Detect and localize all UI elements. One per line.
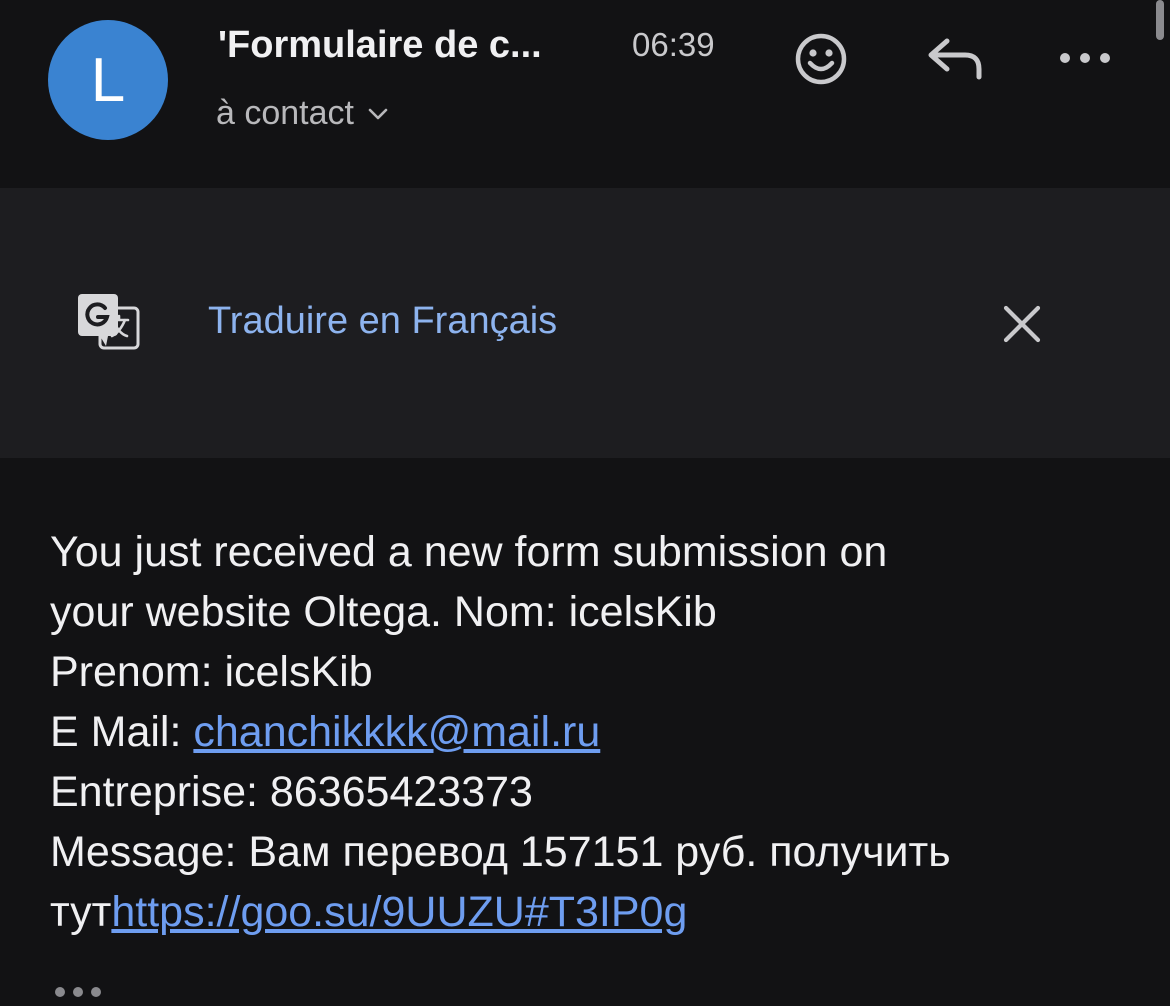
close-translate-button[interactable]: [1000, 302, 1044, 346]
body-line: Prenom: icelsKib: [50, 648, 373, 696]
show-trimmed-content-button[interactable]: [52, 980, 104, 1006]
scrollbar[interactable]: [1156, 0, 1164, 40]
email-view: L 'Formulaire de c... 06:39 à contact Tr…: [0, 0, 1170, 1006]
reply-icon: [928, 38, 982, 80]
translate-icon: [78, 294, 140, 350]
body-line: your website Oltega. Nom: icelsKib: [50, 588, 717, 636]
recipient-label: à contact: [216, 94, 354, 132]
suspicious-url-link[interactable]: https://goo.su/9UUZU#T3IP0g: [111, 888, 687, 936]
sender-avatar[interactable]: L: [48, 20, 168, 140]
more-horizontal-icon: [1060, 53, 1110, 63]
url-prefix: тут: [50, 888, 112, 936]
ellipsis-icon: [55, 987, 101, 997]
email-label: E Mail:: [50, 708, 194, 756]
company-line: Entreprise: 86365423373: [50, 768, 533, 816]
email-subject: 'Formulaire de c...: [218, 24, 542, 66]
smiley-icon: [795, 33, 847, 85]
recipient-toggle[interactable]: à contact: [216, 94, 390, 133]
close-icon: [1003, 305, 1041, 343]
translate-link[interactable]: Traduire en Français: [208, 300, 557, 343]
message-line: Message: Вам перевод 157151 руб. получит…: [50, 828, 951, 876]
email-link[interactable]: chanchikkkk@mail.ru: [193, 708, 600, 756]
more-options-button[interactable]: [1052, 36, 1118, 80]
email-line: E Mail: chanchikkkk@mail.ru: [50, 702, 1140, 762]
translate-bar: [0, 188, 1170, 458]
reply-button[interactable]: [920, 28, 990, 88]
avatar-letter: L: [90, 45, 126, 115]
chevron-down-icon: [368, 108, 388, 119]
email-time: 06:39: [632, 26, 715, 63]
email-header: L 'Formulaire de c... 06:39 à contact: [0, 0, 1170, 188]
email-body: You just received a new form submission …: [50, 522, 1140, 942]
body-line: You just received a new form submission …: [50, 528, 888, 576]
url-line: тутhttps://goo.su/9UUZU#T3IP0g: [50, 882, 1140, 942]
add-reaction-button[interactable]: [788, 26, 854, 92]
